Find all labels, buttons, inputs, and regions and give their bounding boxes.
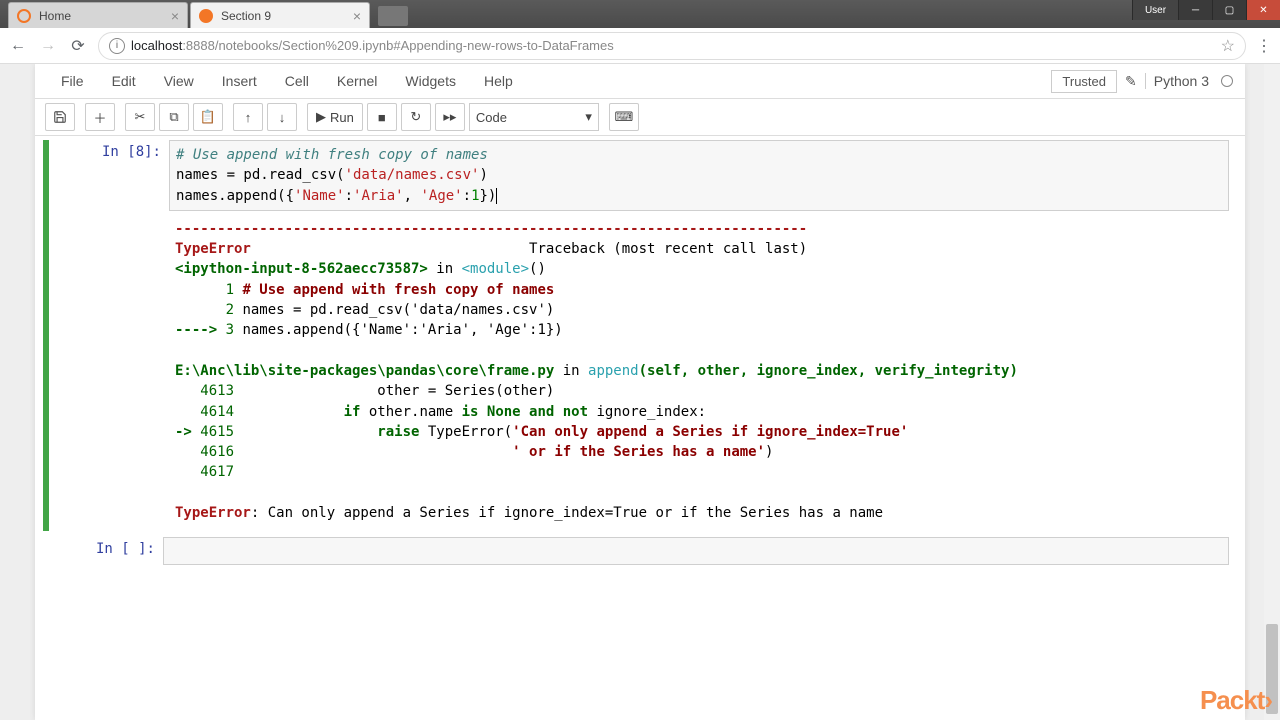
notebook-container: File Edit View Insert Cell Kernel Widget…	[35, 64, 1245, 720]
paste-button[interactable]: 📋	[193, 103, 223, 131]
code-cell-empty[interactable]: In [ ]:	[43, 537, 1237, 565]
back-button[interactable]: ←	[8, 36, 28, 56]
address-bar[interactable]: i localhost:8888/notebooks/Section%209.i…	[98, 32, 1246, 60]
reload-button[interactable]: ⟳	[68, 36, 88, 56]
bookmark-star-icon[interactable]: ☆	[1221, 36, 1235, 56]
copy-button[interactable]: ⧉	[159, 103, 189, 131]
window-user-button[interactable]: User	[1132, 0, 1178, 20]
trusted-indicator[interactable]: Trusted	[1051, 70, 1117, 93]
site-info-icon[interactable]: i	[109, 38, 125, 54]
celltype-value: Code	[476, 110, 507, 125]
window-minimize-button[interactable]: ─	[1178, 0, 1212, 20]
restart-run-all-button[interactable]: ▸▸	[435, 103, 465, 131]
menu-file[interactable]: File	[47, 69, 98, 93]
menu-insert[interactable]: Insert	[208, 69, 271, 93]
celltype-select[interactable]: Code ▾	[469, 103, 599, 131]
menu-kernel[interactable]: Kernel	[323, 69, 391, 93]
tab-close-icon[interactable]: ×	[353, 8, 361, 24]
forward-button: →	[38, 36, 58, 56]
restart-button[interactable]: ↻	[401, 103, 431, 131]
jupyter-favicon-icon	[17, 9, 31, 23]
input-prompt: In [8]:	[49, 140, 169, 531]
browser-tab-home[interactable]: Home ×	[8, 2, 188, 28]
tab-title: Home	[39, 9, 71, 23]
notebook-favicon-icon	[199, 9, 213, 23]
cell-output-traceback: ----------------------------------------…	[169, 211, 1237, 531]
chevron-down-icon: ▾	[585, 109, 592, 125]
url-host: localhost	[131, 38, 182, 53]
run-label: Run	[330, 110, 354, 125]
tab-title: Section 9	[221, 9, 271, 23]
move-up-button[interactable]: ↑	[233, 103, 263, 131]
code-input-area[interactable]: # Use append with fresh copy of names na…	[169, 140, 1229, 211]
vertical-scrollbar[interactable]	[1264, 64, 1280, 720]
new-tab-button[interactable]	[378, 6, 408, 26]
menu-widgets[interactable]: Widgets	[391, 69, 470, 93]
window-close-button[interactable]: ✕	[1246, 0, 1280, 20]
save-button[interactable]	[45, 103, 75, 131]
menu-cell[interactable]: Cell	[271, 69, 323, 93]
kernel-status-icon	[1221, 75, 1233, 87]
tab-close-icon[interactable]: ×	[171, 8, 179, 24]
menu-edit[interactable]: Edit	[98, 69, 150, 93]
run-button[interactable]: ▶ Run	[307, 103, 363, 131]
packt-watermark: Packt›	[1200, 685, 1272, 716]
browser-toolbar: ← → ⟳ i localhost:8888/notebooks/Section…	[0, 28, 1280, 64]
browser-menu-button[interactable]: ⋮	[1256, 36, 1272, 56]
move-down-button[interactable]: ↓	[267, 103, 297, 131]
cut-button[interactable]: ✂	[125, 103, 155, 131]
code-cell-8[interactable]: In [8]: # Use append with fresh copy of …	[43, 140, 1237, 531]
menu-view[interactable]: View	[150, 69, 208, 93]
window-maximize-button[interactable]: ▢	[1212, 0, 1246, 20]
browser-tabstrip: Home × Section 9 ×	[0, 0, 408, 28]
edit-name-icon[interactable]: ✎	[1125, 73, 1137, 90]
input-prompt: In [ ]:	[43, 537, 163, 565]
menu-help[interactable]: Help	[470, 69, 527, 93]
kernel-name[interactable]: Python 3	[1145, 73, 1209, 89]
notebook-menubar: File Edit View Insert Cell Kernel Widget…	[35, 64, 1245, 98]
browser-tab-section9[interactable]: Section 9 ×	[190, 2, 370, 28]
code-input-area[interactable]	[163, 537, 1229, 565]
url-path: :8888/notebooks/Section%209.ipynb#Append…	[182, 38, 613, 53]
add-cell-button[interactable]: ＋	[85, 103, 115, 131]
command-palette-button[interactable]: ⌨	[609, 103, 639, 131]
notebook-toolbar: ＋ ✂ ⧉ 📋 ↑ ↓ ▶ Run ■ ↻ ▸▸ Code ▾ ⌨	[35, 98, 1245, 136]
interrupt-button[interactable]: ■	[367, 103, 397, 131]
